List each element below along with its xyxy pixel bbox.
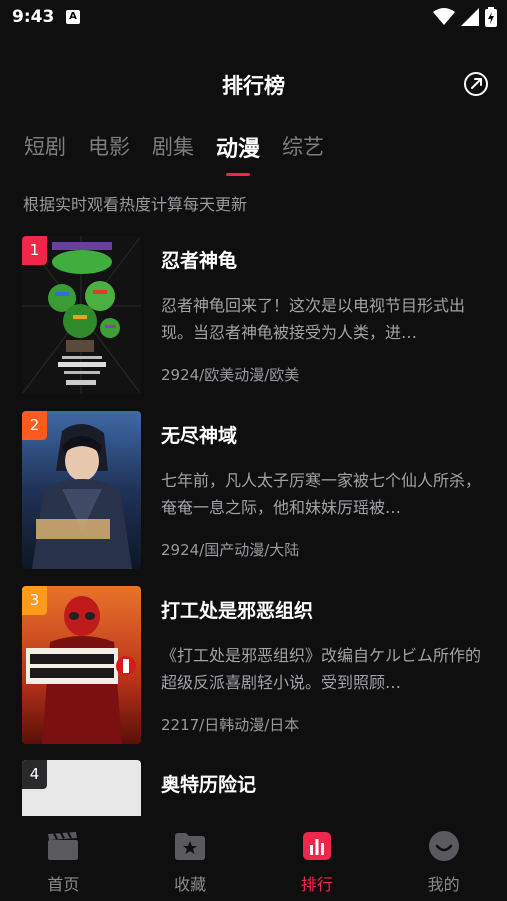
tab-movie[interactable]: 电影 <box>88 131 130 163</box>
item-title: 奥特历险记 <box>161 774 257 796</box>
chart-icon <box>302 832 331 860</box>
status-bar: 9:43 A <box>0 0 507 36</box>
item-meta: 2924/欧美动漫/欧美 <box>161 366 300 384</box>
category-tabs: 短剧 电影 剧集 动漫 综艺 <box>24 131 324 176</box>
rank-badge: 3 <box>22 586 47 615</box>
tab-anime[interactable]: 动漫 <box>216 131 261 176</box>
list-item[interactable]: 2 无尽神域 七年前，凡人太子厉寒一家被七个仙人所杀，奄奄一息之际，他和妹妹厉瑶… <box>0 411 507 571</box>
item-title: 打工处是邪恶组织 <box>161 600 314 622</box>
item-title: 无尽神域 <box>161 425 238 447</box>
page-title: 排行榜 <box>222 74 285 98</box>
wifi-icon <box>433 8 455 25</box>
ranking-subtitle: 根据实时观看热度计算每天更新 <box>23 195 248 214</box>
tab-anime-label: 动漫 <box>216 137 261 162</box>
nav-label: 我的 <box>427 875 460 894</box>
nav-label: 首页 <box>47 875 80 894</box>
status-time: 9:43 <box>12 7 55 27</box>
item-description: 忍者神龟回来了！这次是以电视节目形式出现。当忍者神龟被接受为人类，进… <box>161 296 466 342</box>
tab-variety[interactable]: 综艺 <box>282 131 324 163</box>
item-description: 七年前，凡人太子厉寒一家被七个仙人所杀，奄奄一息之际，他和妹妹厉瑶被… <box>161 471 482 517</box>
tab-short-drama[interactable]: 短剧 <box>24 131 66 163</box>
active-tab-indicator <box>226 173 250 176</box>
star-folder-icon <box>175 833 206 860</box>
rank-badge: 1 <box>22 236 47 265</box>
list-item[interactable]: 3 打工处是邪恶组织 《打工处是邪恶组织》改编自ケルビム所作的超级反派喜剧轻小说… <box>0 586 507 746</box>
smile-icon <box>428 831 459 861</box>
item-title: 忍者神龟 <box>161 250 238 272</box>
list-item[interactable]: 1 忍者神龟 忍者神龟回来了！这次是以电视节目形式出现。当忍者神龟被接受为人类，… <box>0 236 507 396</box>
list-item[interactable]: 4 奥特历险记 <box>0 760 507 816</box>
nav-favorites[interactable]: 收藏 <box>127 816 254 901</box>
item-meta: 2217/日韩动漫/日本 <box>161 716 300 734</box>
nav-home[interactable]: 首页 <box>0 816 127 901</box>
item-meta: 2924/国产动漫/大陆 <box>161 541 300 559</box>
accessibility-badge-icon: A <box>66 10 80 24</box>
status-icons <box>433 7 497 27</box>
rank-badge: 4 <box>22 760 47 789</box>
nav-profile[interactable]: 我的 <box>380 816 507 901</box>
clapperboard-icon <box>48 832 79 860</box>
nav-ranking[interactable]: 排行 <box>254 816 381 901</box>
tab-series[interactable]: 剧集 <box>152 131 194 163</box>
item-description: 《打工处是邪恶组织》改编自ケルビム所作的超级反派喜剧轻小说。受到照顾… <box>161 646 482 692</box>
bottom-nav: 首页 收藏 排行 我的 <box>0 816 507 901</box>
battery-icon <box>485 7 497 27</box>
share-icon[interactable] <box>463 71 489 97</box>
rank-badge: 2 <box>22 411 47 440</box>
nav-label: 收藏 <box>174 875 207 894</box>
signal-icon <box>461 8 479 26</box>
nav-label: 排行 <box>300 875 333 894</box>
